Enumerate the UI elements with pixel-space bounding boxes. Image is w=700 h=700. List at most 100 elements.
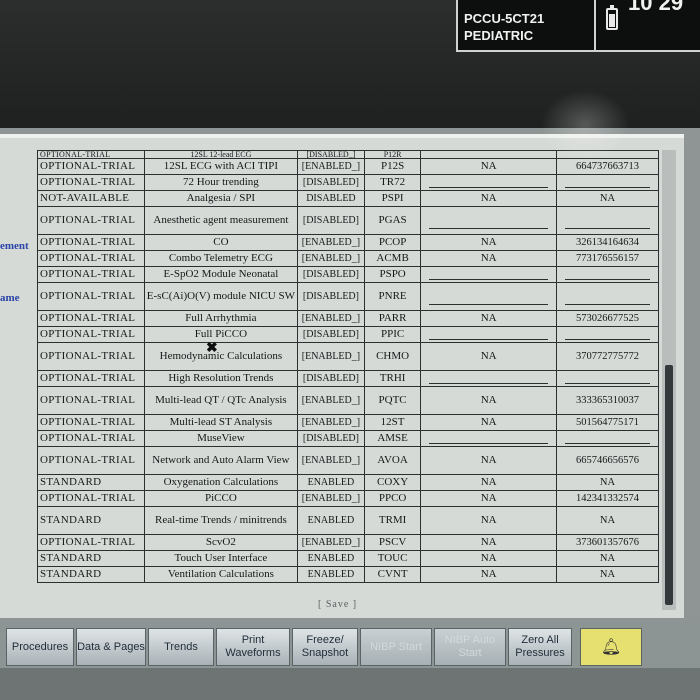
table-row[interactable]: OPTIONAL-TRIAL 72 Hour trending [DISABLED]… (37, 174, 660, 191)
key-cell (555, 174, 660, 191)
softkey-bar: Procedures Data & Pages Trends Print Wavefo… (0, 622, 700, 668)
option-status-cell: [DISABLED] (296, 430, 365, 447)
option-status-cell: [ENABLED_] (296, 158, 365, 175)
option-status-cell: DISABLED (296, 190, 365, 207)
softkey-nibp-start[interactable]: NIBP Start (360, 628, 432, 666)
key-cell: NA (555, 506, 660, 535)
table-row[interactable]: STANDARD Ventilation Calculations ENABLED C… (37, 566, 660, 583)
softkey-data-pages[interactable]: Data & Pages (76, 628, 146, 666)
scroll-thumb[interactable] (665, 365, 673, 605)
empty-entry-line (564, 382, 650, 384)
option-state-cell: OPTIONAL-TRIAL (37, 206, 145, 235)
license-cell: NA (420, 234, 557, 251)
softkey-nibp-auto-start[interactable]: NIBP Auto Start (434, 628, 506, 666)
option-name-cell: Multi-lead QT / QTc Analysis (143, 386, 298, 415)
key-cell: 665746656576 (555, 446, 660, 475)
empty-entry-line (429, 442, 548, 444)
table-row[interactable]: OPTIONAL-TRIAL MuseView [DISABLED] AMSE (37, 430, 660, 447)
license-cell: NA (420, 490, 557, 507)
option-name-cell: Hemodynamic Calculations (143, 342, 298, 371)
softkey-trends[interactable]: Trends (148, 628, 214, 666)
option-code-cell: AMSE (363, 430, 422, 447)
table-row[interactable]: OPTIONAL-TRIAL PiCCO [ENABLED_] PPCO NA 14234… (37, 490, 660, 507)
empty-entry-line (564, 227, 650, 229)
table-scrollbar[interactable] (662, 150, 676, 610)
table-row[interactable]: OPTIONAL-TRIAL Full PiCCO [DISABLED] PPIC (37, 326, 660, 343)
table-row[interactable]: OPTIONAL-TRIAL High Resolution Trends [DIS… (37, 370, 660, 387)
table-row[interactable]: OPTIONAL-TRIAL Network and Auto Alarm Vie… (37, 446, 660, 475)
empty-entry-line (429, 303, 548, 305)
key-cell: 573026677525 (555, 310, 660, 327)
table-row[interactable]: STANDARD Touch User Interface ENABLED TOUC N… (37, 550, 660, 567)
option-status-cell: [DISABLED] (296, 174, 365, 191)
option-code-cell: PNRE (363, 282, 422, 311)
license-cell: NA (420, 310, 557, 327)
empty-entry-line (564, 442, 650, 444)
option-name-cell: Ventilation Calculations (143, 566, 298, 583)
option-status-cell: ENABLED (296, 550, 365, 567)
option-status-cell: [DISABLED] (296, 370, 365, 387)
table-row[interactable]: OPTIONAL-TRIAL Full Arrhythmia [ENABLED_] P… (37, 310, 660, 327)
table-row[interactable]: OPTIONAL-TRIAL E-SpO2 Module Neonatal [DIS… (37, 266, 660, 283)
option-name-cell: Combo Telemetry ECG (143, 250, 298, 267)
option-code-cell: PPIC (363, 326, 422, 343)
save-button[interactable]: [ Save ] (318, 599, 357, 610)
option-status-cell: [ENABLED_] (296, 234, 365, 251)
option-status-cell: [ENABLED_] (296, 250, 365, 267)
option-state-cell: OPTIONAL-TRIAL (37, 234, 145, 251)
license-cell: NA (420, 190, 557, 207)
table-row[interactable]: OPTIONAL-TRIAL 12SL 12-lead ECG [DISABLED_… (37, 150, 660, 159)
option-status-cell: [ENABLED_] (296, 446, 365, 475)
option-state-cell: OPTIONAL-TRIAL (37, 150, 145, 159)
table-row[interactable]: OPTIONAL-TRIAL Anesthetic agent measureme… (37, 206, 660, 235)
softkey-print-waveforms[interactable]: Print Waveforms (216, 628, 290, 666)
option-state-cell: OPTIONAL-TRIAL (37, 370, 145, 387)
option-code-cell: ACMB (363, 250, 422, 267)
table-row[interactable]: OPTIONAL-TRIAL Hemodynamic Calculations [E… (37, 342, 660, 371)
option-code-cell: CHMO (363, 342, 422, 371)
softkey-freeze-snapshot[interactable]: Freeze/ Snapshot (292, 628, 358, 666)
table-row[interactable]: OPTIONAL-TRIAL E-sC(Ai)O(V) module NICU S… (37, 282, 660, 311)
table-row[interactable]: OPTIONAL-TRIAL Multi-lead QT / QTc Analys… (37, 386, 660, 415)
key-cell (555, 370, 660, 387)
license-cell: NA (420, 158, 557, 175)
option-state-cell: OPTIONAL-TRIAL (37, 342, 145, 371)
table-row[interactable]: OPTIONAL-TRIAL 12SL ECG with ACI TIPI [ENA… (37, 158, 660, 175)
table-row[interactable]: OPTIONAL-TRIAL Multi-lead ST Analysis [ENA… (37, 414, 660, 431)
option-name-cell: 12SL ECG with ACI TIPI (143, 158, 298, 175)
softkey-procedures[interactable]: Procedures (6, 628, 74, 666)
softkey-zero-all-pressures[interactable]: Zero All Pressures (508, 628, 572, 666)
option-code-cell: P12S (363, 158, 422, 175)
table-row[interactable]: STANDARD Real-time Trends / minitrends ENA… (37, 506, 660, 535)
option-code-cell: AVOA (363, 446, 422, 475)
option-name-cell: Full PiCCO (143, 326, 298, 343)
option-state-cell: OPTIONAL-TRIAL (37, 310, 145, 327)
key-cell (555, 282, 660, 311)
option-name-cell: Anesthetic agent measurement (143, 206, 298, 235)
option-state-cell: OPTIONAL-TRIAL (37, 414, 145, 431)
alarm-bell-button[interactable]: 🔔︎ (580, 628, 642, 666)
patient-info-box[interactable]: PCCU-5CT21 PEDIATRIC (456, 0, 596, 52)
option-name-cell: CO (143, 234, 298, 251)
option-status-cell: [ENABLED_] (296, 490, 365, 507)
license-cell: NA (420, 386, 557, 415)
license-cell: NA (420, 506, 557, 535)
option-code-cell: TR72 (363, 174, 422, 191)
option-code-cell: PSCV (363, 534, 422, 551)
option-code-cell: TRMI (363, 506, 422, 535)
option-state-cell: OPTIONAL-TRIAL (37, 534, 145, 551)
option-code-cell: TRHI (363, 370, 422, 387)
option-state-cell: OPTIONAL-TRIAL (37, 490, 145, 507)
option-code-cell: 12ST (363, 414, 422, 431)
option-code-cell: CVNT (363, 566, 422, 583)
license-cell: NA (420, 550, 557, 567)
table-row[interactable]: NOT-AVAILABLE Analgesia / SPI DISABLED PSPI… (37, 190, 660, 207)
table-row[interactable]: STANDARD Oxygenation Calculations ENABLED C… (37, 474, 660, 491)
license-cell (420, 174, 557, 191)
option-name-cell: PiCCO (143, 490, 298, 507)
table-row[interactable]: OPTIONAL-TRIAL ScvO2 [ENABLED_] PSCV NA 37360… (37, 534, 660, 551)
table-row[interactable]: OPTIONAL-TRIAL CO [ENABLED_] PCOP NA 32613416… (37, 234, 660, 251)
option-status-cell: [DISABLED_] (296, 150, 365, 159)
option-name-cell: Full Arrhythmia (143, 310, 298, 327)
table-row[interactable]: OPTIONAL-TRIAL Combo Telemetry ECG [ENABLE… (37, 250, 660, 267)
